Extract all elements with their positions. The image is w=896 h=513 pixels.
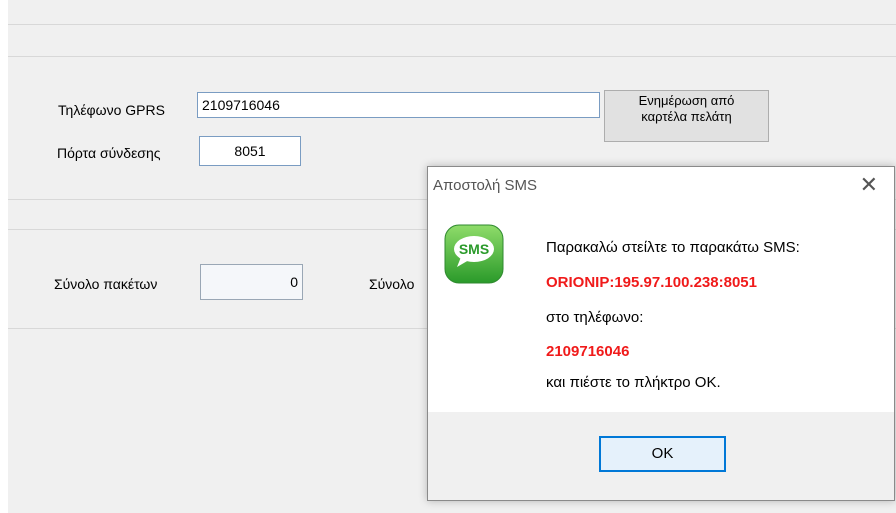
update-button-line1: Ενημέρωση από (638, 93, 735, 108)
ok-button[interactable]: OK (599, 436, 726, 472)
sms-dialog: Αποστολή SMS ✕ SMS Παρακαλώ στείλτε το π… (427, 166, 895, 501)
sms-icon-text: SMS (459, 241, 489, 257)
left-edge (0, 0, 8, 513)
total-packets-field (200, 264, 303, 300)
to-phone-label: στο τηλέφωνο: (546, 309, 644, 326)
port-input[interactable] (199, 136, 301, 166)
total-label-partial: Σύνολο (369, 276, 415, 292)
phone-number-text: 2109716046 (546, 343, 630, 360)
close-icon[interactable]: ✕ (860, 173, 878, 197)
port-label: Πόρτα σύνδεσης (57, 145, 161, 161)
divider (8, 56, 896, 57)
update-from-customer-button[interactable]: Ενημέρωση από καρτέλα πελάτη (604, 90, 769, 142)
update-button-line2: καρτέλα πελάτη (641, 109, 732, 124)
sms-icon: SMS (444, 224, 504, 284)
dialog-title: Αποστολή SMS (433, 177, 538, 194)
sms-content-text: ORIONIP:195.97.100.238:8051 (546, 274, 757, 291)
divider (8, 24, 896, 25)
press-ok-text: και πιέστε το πλήκτρο OK. (546, 374, 721, 391)
gprs-phone-input[interactable] (197, 92, 600, 118)
dialog-instruction: Παρακαλώ στείλτε το παρακάτω SMS: (546, 239, 800, 256)
gprs-phone-label: Τηλέφωνο GPRS (58, 102, 165, 118)
total-packets-label: Σύνολο πακέτων (54, 276, 158, 292)
